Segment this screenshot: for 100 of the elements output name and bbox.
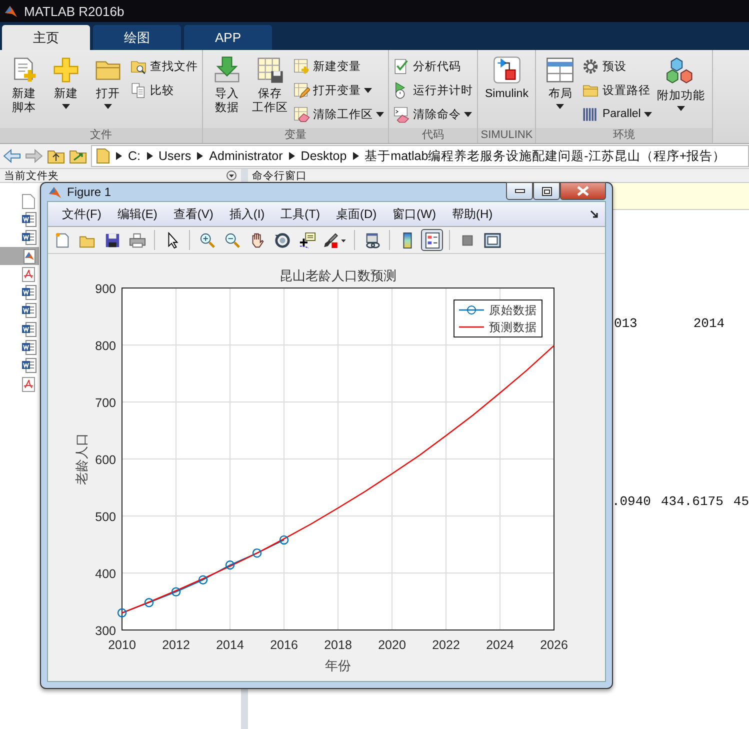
- ribbon-button[interactable]: 预设: [582, 56, 652, 76]
- menu-item[interactable]: 编辑(E): [109, 204, 166, 224]
- matlab-logo-icon: [4, 4, 18, 18]
- folder-icon: [96, 148, 110, 164]
- data-point: [252, 548, 262, 558]
- x-tick-label: 2014: [216, 638, 244, 652]
- save-icon: [104, 232, 120, 248]
- path-segment[interactable]: C:: [128, 149, 140, 163]
- menu-item[interactable]: 工具(T): [272, 204, 328, 224]
- caret-icon: [464, 112, 472, 116]
- section-label: 代码: [389, 128, 477, 143]
- ribbon-button[interactable]: Parallel: [582, 104, 652, 124]
- y-tick-label: 300: [95, 624, 116, 638]
- menu-item[interactable]: 窗口(W): [384, 204, 444, 224]
- back-arrow-icon[interactable]: [3, 149, 21, 163]
- path-segment[interactable]: 基于matlab编程养老服务设施配建问题-江苏昆山（程序+报告）: [364, 148, 726, 164]
- matlab-figure-icon: [22, 248, 37, 264]
- ribbon-tab[interactable]: 主页: [2, 25, 90, 50]
- printer-icon: [128, 232, 146, 248]
- chart-title: 昆山老龄人口数预测: [280, 268, 396, 283]
- chevron-icon: [288, 152, 295, 160]
- eraser-icon: [393, 106, 410, 122]
- panel-title: 命令行窗口: [252, 170, 307, 182]
- menu-item[interactable]: 桌面(D): [328, 204, 385, 224]
- ribbon-tab[interactable]: 绘图: [93, 25, 181, 50]
- dock-arrow-icon[interactable]: [590, 210, 599, 219]
- block-diagram-icon: [492, 56, 521, 84]
- ribbon-button[interactable]: 查找文件: [130, 56, 198, 76]
- grid-pencil-icon: [293, 82, 310, 98]
- checklist-icon: [393, 58, 410, 74]
- caret-icon: [644, 112, 652, 116]
- menu-item[interactable]: 帮助(H): [444, 204, 501, 224]
- toolbar-button[interactable]: [421, 229, 443, 251]
- legend-label: 原始数据: [489, 305, 537, 317]
- y-axis-label: 老龄人口: [74, 433, 89, 485]
- x-tick-label: 2012: [162, 638, 190, 652]
- matlab-logo-icon: [48, 185, 62, 199]
- chevron-icon: [146, 152, 152, 160]
- y-tick-label: 800: [95, 339, 116, 353]
- file-row[interactable]: [0, 246, 39, 266]
- ribbon-button[interactable]: Simulink: [482, 54, 532, 103]
- word-document-icon: [22, 322, 37, 337]
- y-tick-label: 700: [95, 396, 116, 410]
- ribbon-button[interactable]: 清除命令: [393, 104, 473, 124]
- ribbon-button[interactable]: 清除工作区: [293, 104, 384, 124]
- window-title: Figure 1: [67, 185, 112, 199]
- close-button[interactable]: [560, 182, 606, 200]
- menu-item[interactable]: 文件(F): [54, 204, 110, 224]
- minimize-button[interactable]: [506, 182, 533, 200]
- menu-item[interactable]: 查看(V): [165, 204, 222, 224]
- ribbon-button[interactable]: 导入 数据: [207, 54, 247, 117]
- ribbon-button[interactable]: 比较: [130, 80, 198, 100]
- path-segment[interactable]: Desktop: [300, 149, 347, 163]
- path-field[interactable]: C: Users Administrator Desktop 基于matlab编程养老服务设施配建问题-江苏昆山（程序+报告）: [91, 145, 749, 167]
- path-segment[interactable]: Users: [158, 149, 192, 163]
- word-document-icon: [22, 303, 37, 318]
- section-label: 环境: [536, 128, 712, 143]
- x-tick-label: 2016: [270, 638, 298, 652]
- menu-item[interactable]: 插入(I): [221, 204, 273, 224]
- ribbon-button[interactable]: 新建 脚本: [4, 54, 44, 117]
- bars-icon: [582, 106, 600, 122]
- plus-icon: [52, 56, 80, 84]
- word-document-icon: [22, 230, 37, 246]
- panel-title: 当前文件夹: [4, 170, 59, 182]
- grid-save-icon: [256, 56, 284, 84]
- pdf-document-icon: [22, 376, 35, 392]
- word-document-icon: [22, 358, 37, 374]
- data-point: [279, 535, 289, 545]
- ribbon-button[interactable]: 保存 工作区: [249, 54, 291, 117]
- ribbon-button[interactable]: 新建: [46, 54, 86, 111]
- ribbon-button[interactable]: 打开变量: [293, 80, 384, 100]
- ribbon-button[interactable]: 打开: [88, 54, 128, 111]
- panel-menu-icon[interactable]: [226, 170, 237, 181]
- ribbon-button[interactable]: 附加功能: [654, 54, 708, 113]
- ribbon-button[interactable]: 分析代码: [393, 56, 473, 76]
- x-tick-label: 2018: [324, 638, 352, 652]
- legend-line-icon: [459, 326, 484, 328]
- zoom-out-icon: [224, 232, 240, 248]
- ribbon-button[interactable]: 设置路径: [582, 80, 652, 100]
- caret-icon: [62, 104, 70, 109]
- legend-line-icon: [459, 306, 484, 314]
- minimize-icon: [514, 189, 524, 193]
- ribbon-button[interactable]: 运行并计时: [393, 80, 473, 100]
- section-label: 文件: [0, 128, 202, 143]
- download-arrow-icon: [213, 56, 241, 84]
- ribbon-button[interactable]: 布局: [540, 54, 580, 111]
- data-point: [225, 560, 235, 570]
- legend-label: 预测数据: [489, 322, 537, 334]
- up-folder-icon[interactable]: [47, 148, 65, 164]
- pdf-document-icon: [22, 266, 35, 282]
- browse-folder-icon[interactable]: [69, 148, 87, 164]
- caret-icon: [676, 106, 685, 111]
- document-icon: [22, 194, 35, 209]
- ribbon-button[interactable]: 新建变量: [293, 56, 384, 76]
- new-file-icon: [54, 232, 70, 248]
- ribbon-tab[interactable]: APP: [184, 25, 272, 50]
- chevron-icon: [116, 152, 122, 160]
- compare-icon: [130, 82, 147, 98]
- path-segment[interactable]: Administrator: [209, 149, 283, 163]
- maximize-button[interactable]: [533, 182, 560, 200]
